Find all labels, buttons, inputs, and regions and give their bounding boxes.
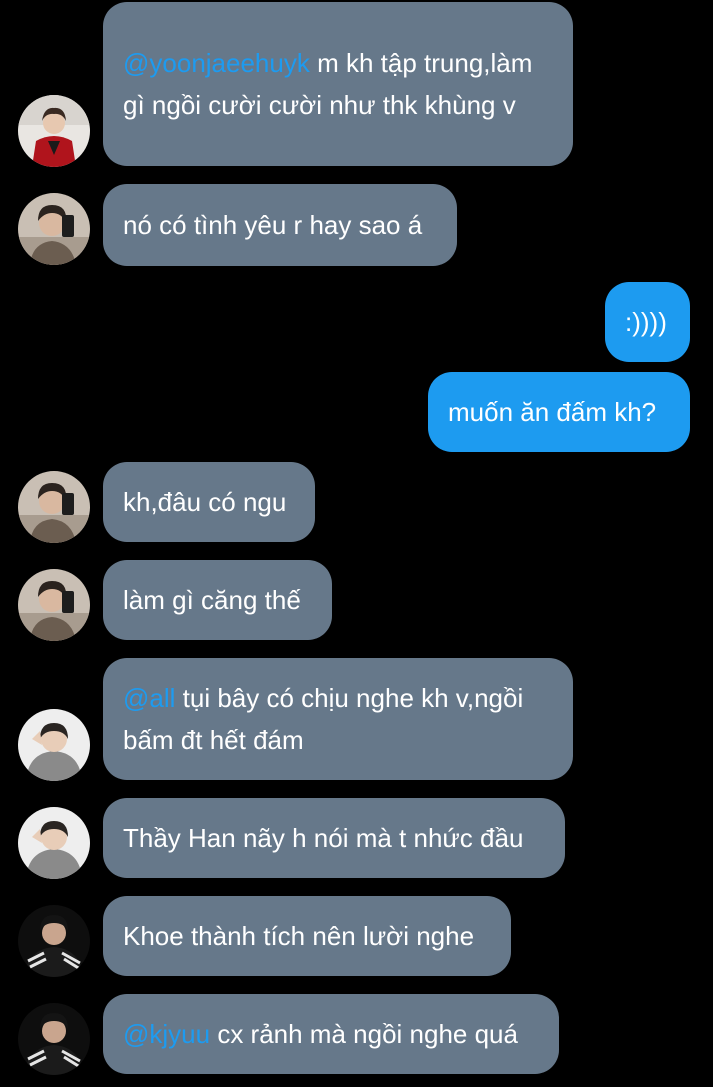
message-bubble[interactable]: làm gì căng thế xyxy=(103,560,332,640)
message-bubble[interactable]: @kjyuu cx rảnh mà ngồi nghe quá xyxy=(103,994,559,1074)
message-text: muốn ăn đấm kh? xyxy=(448,397,657,427)
chat-thread: @yoonjaeehuyk m kh tập trung,làm gì ngồi… xyxy=(0,0,713,1087)
avatar-black-tracksuit-icon[interactable] xyxy=(18,1003,90,1075)
avatar-red-jacket-icon[interactable] xyxy=(18,95,90,167)
avatar-black-tracksuit-icon[interactable] xyxy=(18,905,90,977)
avatar-mirror-selfie-icon[interactable] xyxy=(18,471,90,543)
mention-link[interactable]: @all xyxy=(123,683,175,713)
message-text: nó có tình yêu r hay sao á xyxy=(123,210,423,240)
message-text: làm gì căng thế xyxy=(123,585,301,615)
message-text: @yoonjaeehuyk m kh tập trung,làm gì ngồi… xyxy=(123,48,533,120)
avatar-grey-hoodie-icon[interactable] xyxy=(18,807,90,879)
avatar-mirror-selfie-icon[interactable] xyxy=(18,193,90,265)
message-text: :)))) xyxy=(625,307,667,337)
mention-link[interactable]: @kjyuu xyxy=(123,1019,210,1049)
message-bubble[interactable]: @yoonjaeehuyk m kh tập trung,làm gì ngồi… xyxy=(103,2,573,166)
message-bubble-outgoing[interactable]: muốn ăn đấm kh? xyxy=(428,372,690,452)
avatar-grey-hoodie-icon[interactable] xyxy=(18,709,90,781)
message-bubble[interactable]: Thầy Han nãy h nói mà t nhức đầu xyxy=(103,798,565,878)
message-text: kh,đâu có ngu xyxy=(123,487,287,517)
message-bubble-outgoing[interactable]: :)))) xyxy=(605,282,690,362)
message-bubble[interactable]: Khoe thành tích nên lười nghe xyxy=(103,896,511,976)
message-bubble[interactable]: kh,đâu có ngu xyxy=(103,462,315,542)
avatar-mirror-selfie-icon[interactable] xyxy=(18,569,90,641)
message-bubble[interactable]: nó có tình yêu r hay sao á xyxy=(103,184,457,266)
mention-link[interactable]: @yoonjaeehuyk xyxy=(123,48,310,78)
message-text: Khoe thành tích nên lười nghe xyxy=(123,921,475,951)
message-bubble[interactable]: @all tụi bây có chịu nghe kh v,ngồi bấm … xyxy=(103,658,573,780)
message-text: Thầy Han nãy h nói mà t nhức đầu xyxy=(123,823,524,853)
message-text: @kjyuu cx rảnh mà ngồi nghe quá xyxy=(123,1019,518,1049)
message-text: @all tụi bây có chịu nghe kh v,ngồi bấm … xyxy=(123,683,524,755)
